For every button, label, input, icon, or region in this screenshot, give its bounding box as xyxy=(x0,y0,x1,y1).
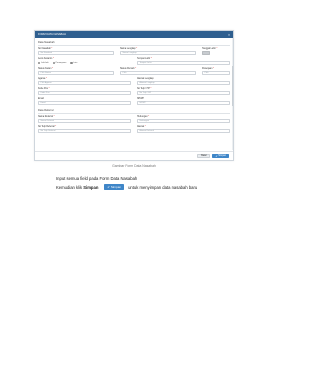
instruction-prefix: Kemudian klik xyxy=(56,184,83,190)
instruction-suffix: untuk menyimpan data nasabah baru xyxy=(128,184,198,190)
form-screenshot: FORM DATA NASABAH × Data Nasabah No Nasa… xyxy=(34,30,234,161)
save-button-label: Simpan xyxy=(218,155,226,157)
email-input[interactable]: Email xyxy=(38,101,131,105)
field-label: Alamat xyxy=(137,126,145,128)
no-telp-input[interactable]: No Telp / HP xyxy=(137,91,230,95)
field-label: NPWP xyxy=(137,98,144,100)
field-label: Hubungan xyxy=(137,116,148,118)
instruction-line-2: Kemudian klik Simpan ✔ Simpan untuk meny… xyxy=(56,184,197,190)
ref-alamat-input[interactable]: Alamat Referral xyxy=(137,129,230,133)
npwp-input[interactable]: NPWP xyxy=(137,101,230,105)
field-label: Status Rumah xyxy=(120,68,135,70)
section-title-data-nasabah: Data Nasabah xyxy=(38,40,230,46)
field-label: No Nasabah xyxy=(38,48,51,50)
field-label: Pekerjaan xyxy=(202,68,213,70)
status-kawin-select[interactable]: Pilih Status xyxy=(38,71,114,75)
field-label: Nama Referral xyxy=(38,116,53,118)
alamat-input[interactable]: Alamat Lengkap xyxy=(137,81,230,85)
modal-footer: Batal ✔ Simpan xyxy=(35,151,233,160)
modal-title: FORM DATA NASABAH xyxy=(38,33,66,36)
ref-nama-input[interactable]: Nama Referral xyxy=(38,119,131,123)
instruction-line-1: Input semua field pada Form Data Nasabah xyxy=(56,176,138,181)
modal-body: Data Nasabah No Nasabah * No Nasabah Nam… xyxy=(35,38,233,138)
inline-save-button: ✔ Simpan xyxy=(104,184,125,190)
modal-titlebar: FORM DATA NASABAH × xyxy=(35,31,233,38)
field-label: Status Kawin xyxy=(38,68,52,70)
pekerjaan-select[interactable]: Pilih xyxy=(202,71,230,75)
radio-option[interactable]: Lain xyxy=(70,61,77,65)
field-label: Kode Pos xyxy=(38,88,48,90)
instruction-bold: Simpan xyxy=(83,184,99,190)
tanggal-lahir-input[interactable] xyxy=(202,51,210,55)
tempat-lahir-input[interactable]: Tempat Lahir xyxy=(137,61,230,65)
field-label: No Telp Referral xyxy=(38,126,55,128)
field-label: Tempat Lahir xyxy=(137,58,151,60)
jenis-kelamin-radio-group: Laki-laki Perempuan Lain xyxy=(38,61,131,65)
field-label: No Telp / HP xyxy=(137,88,150,90)
vertical-scrollbar[interactable] xyxy=(231,38,233,150)
field-label: Tanggal Lahir xyxy=(202,48,216,50)
check-icon: ✔ xyxy=(107,185,110,189)
inline-save-label: Simpan xyxy=(110,185,122,189)
section-title-data-referral: Data Referral xyxy=(38,108,230,114)
kode-pos-input[interactable]: Kode Pos xyxy=(38,91,131,95)
scrollbar-thumb[interactable] xyxy=(231,66,233,106)
field-label: Agama xyxy=(38,78,46,80)
field-label: Alamat Lengkap xyxy=(137,78,154,80)
no-nasabah-input[interactable]: No Nasabah xyxy=(38,51,114,55)
ref-telp-input[interactable]: No Telp Referral xyxy=(38,129,131,133)
nama-input[interactable]: Nama Lengkap xyxy=(120,51,196,55)
agama-select[interactable]: Pilih Agama xyxy=(38,81,131,85)
save-button[interactable]: ✔ Simpan xyxy=(212,153,229,159)
radio-option[interactable]: Laki-laki xyxy=(38,61,49,65)
status-rumah-select[interactable]: Pilih xyxy=(120,71,196,75)
close-icon[interactable]: × xyxy=(228,33,230,37)
field-label: Email xyxy=(38,98,44,100)
field-label: Jenis Kelamin xyxy=(38,58,53,60)
radio-option[interactable]: Perempuan xyxy=(52,61,66,65)
check-icon: ✔ xyxy=(215,155,218,158)
field-label: Nama Lengkap xyxy=(120,48,136,50)
cancel-button[interactable]: Batal xyxy=(197,153,211,159)
figure-caption: Gambar Form Data Nasabah xyxy=(112,164,156,168)
ref-hubungan-input[interactable]: Hubungan xyxy=(137,119,230,123)
